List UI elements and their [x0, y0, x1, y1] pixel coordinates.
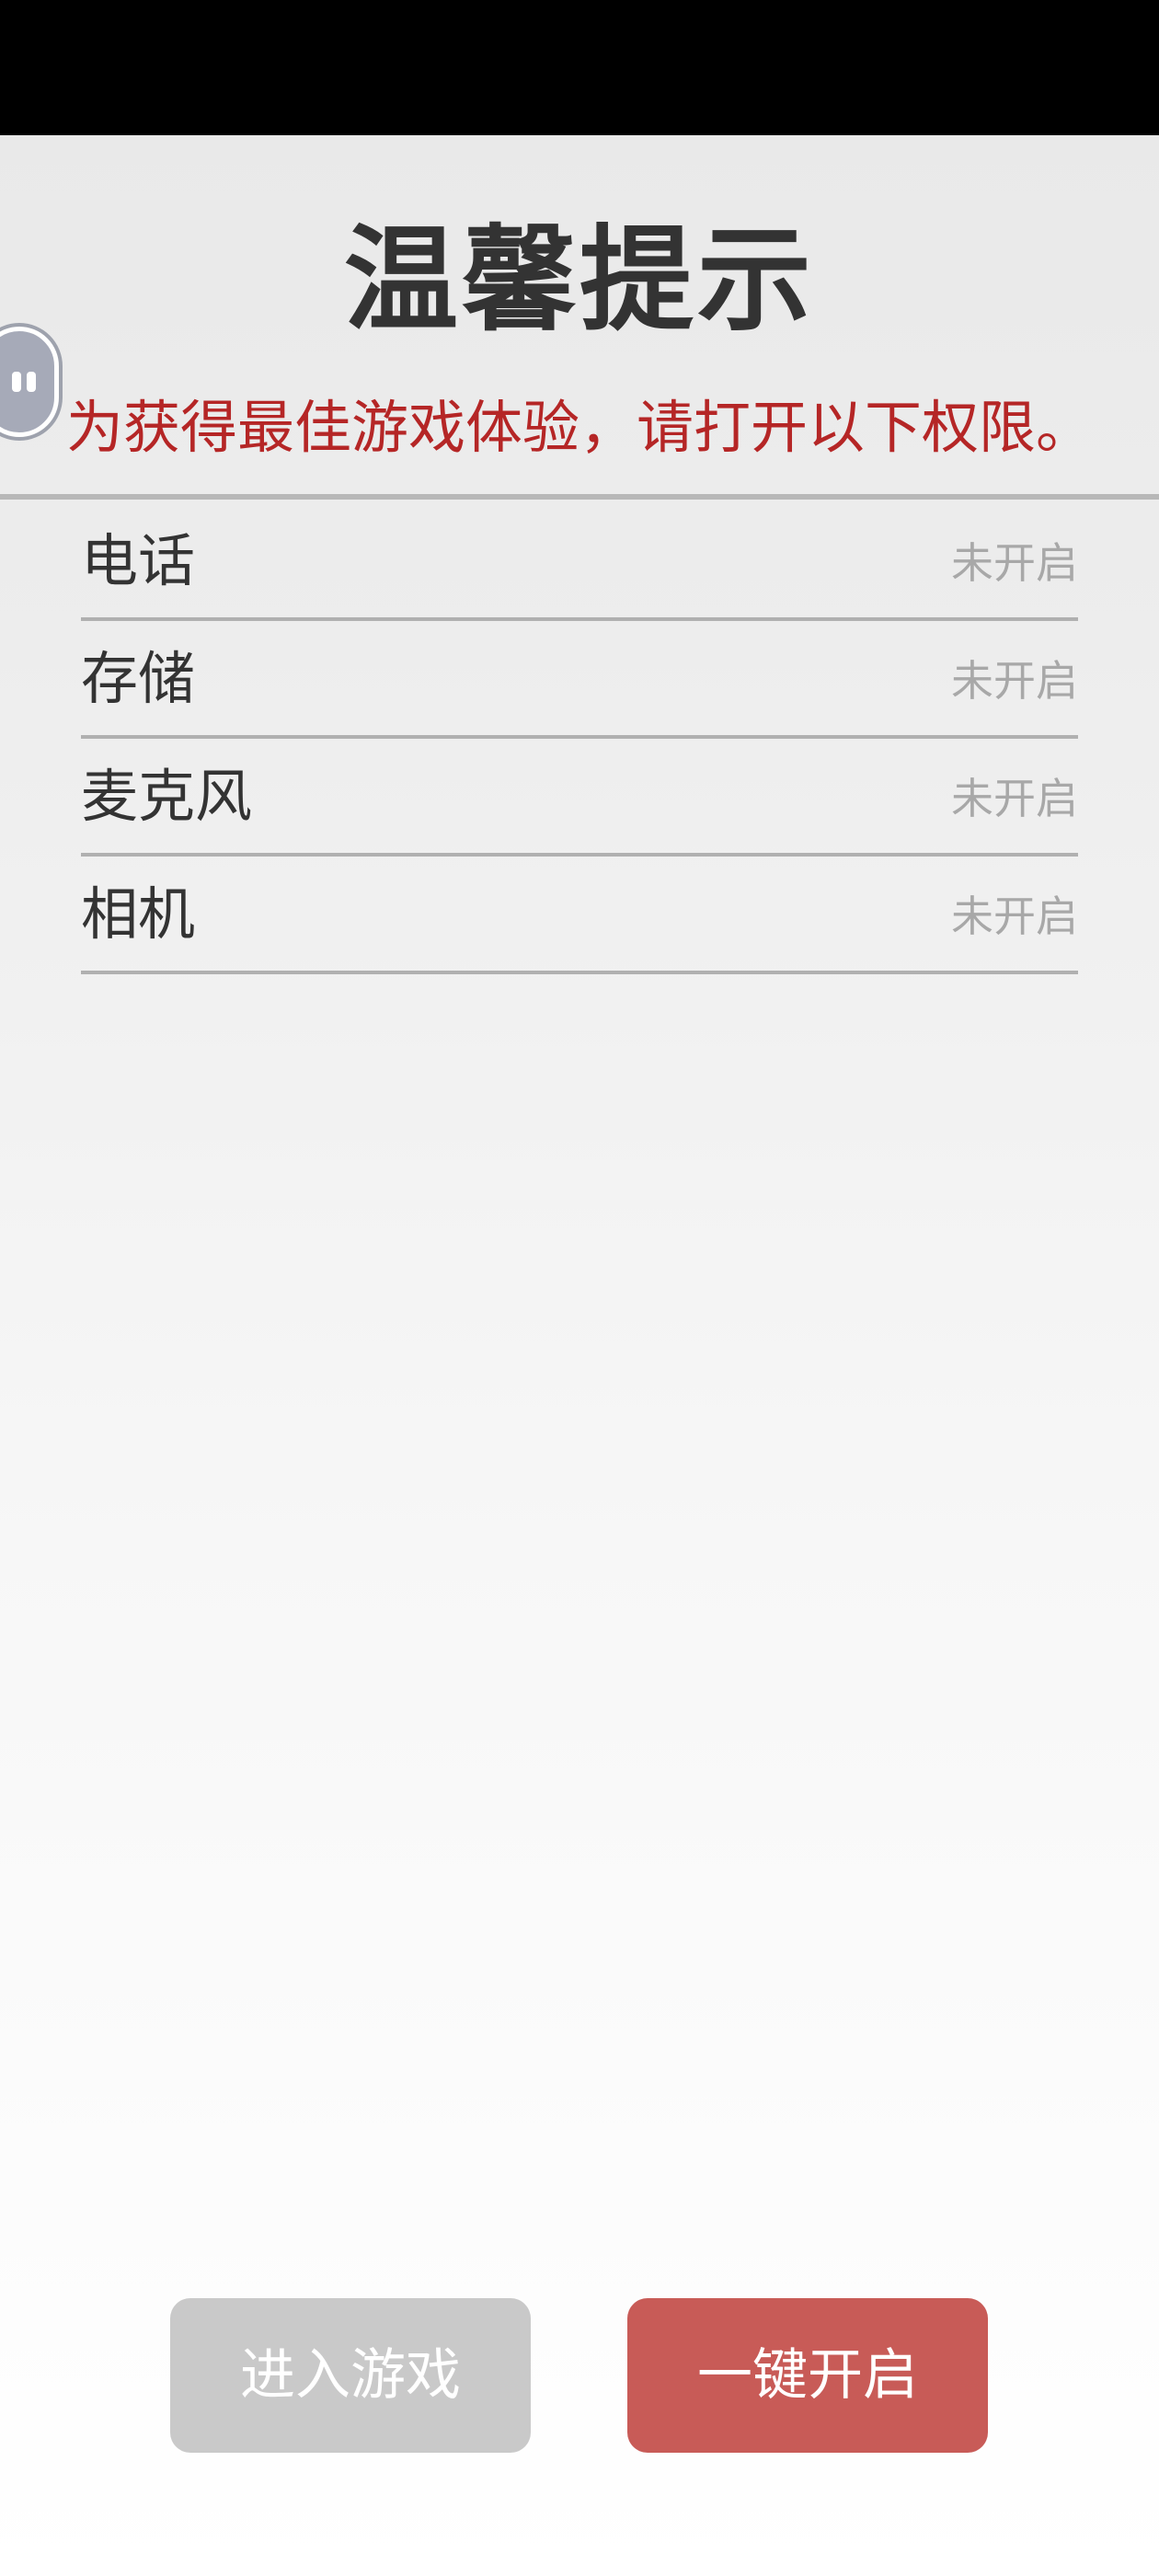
permission-status: 未开启 [951, 656, 1078, 706]
permission-row-microphone[interactable]: 麦克风 未开启 [81, 739, 1078, 857]
status-bar [0, 0, 1159, 135]
permission-name: 麦克风 [81, 763, 253, 830]
permission-row-phone[interactable]: 电话 未开启 [81, 503, 1078, 621]
permission-status: 未开启 [951, 538, 1078, 588]
permission-row-storage[interactable]: 存储 未开启 [81, 621, 1078, 739]
enter-game-button[interactable]: 进入游戏 [170, 2298, 531, 2453]
dialog-subtitle: 为获得最佳游戏体验，请打开以下权限。 [65, 394, 1093, 461]
permission-status: 未开启 [951, 891, 1078, 941]
floating-assistant-eye-right [27, 372, 36, 392]
dialog-title: 温馨提示 [343, 214, 815, 347]
header-divider [0, 494, 1159, 500]
permission-status: 未开启 [951, 774, 1078, 823]
permission-name: 电话 [81, 527, 196, 594]
enable-all-button[interactable]: 一键开启 [627, 2298, 988, 2453]
permission-row-camera[interactable]: 相机 未开启 [81, 857, 1078, 974]
permission-name: 存储 [81, 645, 196, 712]
permission-list: 电话 未开启 存储 未开启 麦克风 未开启 相机 未开启 [81, 503, 1078, 974]
permission-name: 相机 [81, 880, 196, 948]
floating-assistant-eye-left [12, 372, 21, 392]
